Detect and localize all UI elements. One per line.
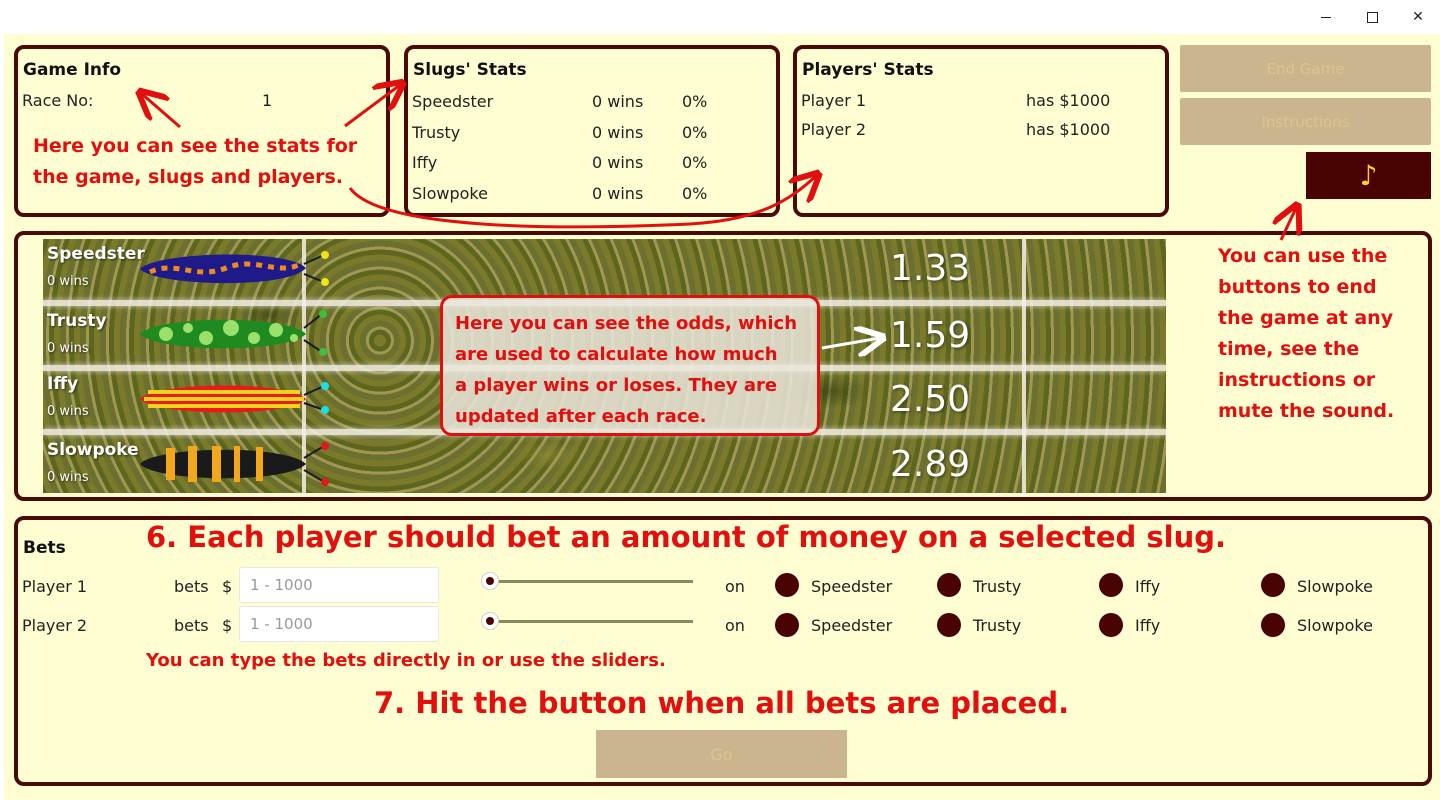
radio-slowpoke[interactable]: [1261, 613, 1285, 637]
bet-slider-thumb[interactable]: [481, 612, 499, 630]
bet-slider-thumb[interactable]: [481, 572, 499, 590]
radio-trusty[interactable]: [937, 573, 961, 597]
radio-label: Iffy: [1135, 577, 1161, 596]
radio-speedster[interactable]: [775, 573, 799, 597]
bets-label: bets: [174, 616, 209, 635]
on-label: on: [725, 577, 745, 596]
bet-slider-track[interactable]: [490, 580, 693, 583]
type-bets-hint: You can type the bets directly in or use…: [146, 650, 666, 671]
bet-player-name: Player 2: [22, 616, 88, 635]
bet-amount-input[interactable]: 1 - 1000: [239, 606, 439, 642]
bet-amount-input[interactable]: 1 - 1000: [239, 567, 439, 603]
radio-label: Slowpoke: [1297, 616, 1373, 635]
radio-speedster[interactable]: [775, 613, 799, 637]
radio-iffy[interactable]: [1099, 573, 1123, 597]
radio-slowpoke[interactable]: [1261, 573, 1285, 597]
go-instruction-heading: 7. Hit the button when all bets are plac…: [374, 686, 1070, 720]
on-label: on: [725, 616, 745, 635]
bet-instruction-heading: 6. Each player should bet an amount of m…: [146, 520, 1227, 554]
currency-label: $: [222, 616, 233, 635]
radio-label: Speedster: [811, 577, 893, 596]
radio-label: Iffy: [1135, 616, 1161, 635]
go-button[interactable]: Go: [596, 730, 847, 778]
bets-label: bets: [174, 577, 209, 596]
bet-player-name: Player 1: [22, 577, 88, 596]
currency-label: $: [222, 577, 233, 596]
radio-trusty[interactable]: [937, 613, 961, 637]
radio-label: Slowpoke: [1297, 577, 1373, 596]
radio-label: Trusty: [973, 616, 1022, 635]
bets-title: Bets: [23, 538, 66, 558]
radio-iffy[interactable]: [1099, 613, 1123, 637]
radio-label: Speedster: [811, 616, 893, 635]
bet-slider-track[interactable]: [490, 620, 693, 623]
radio-label: Trusty: [973, 577, 1022, 596]
